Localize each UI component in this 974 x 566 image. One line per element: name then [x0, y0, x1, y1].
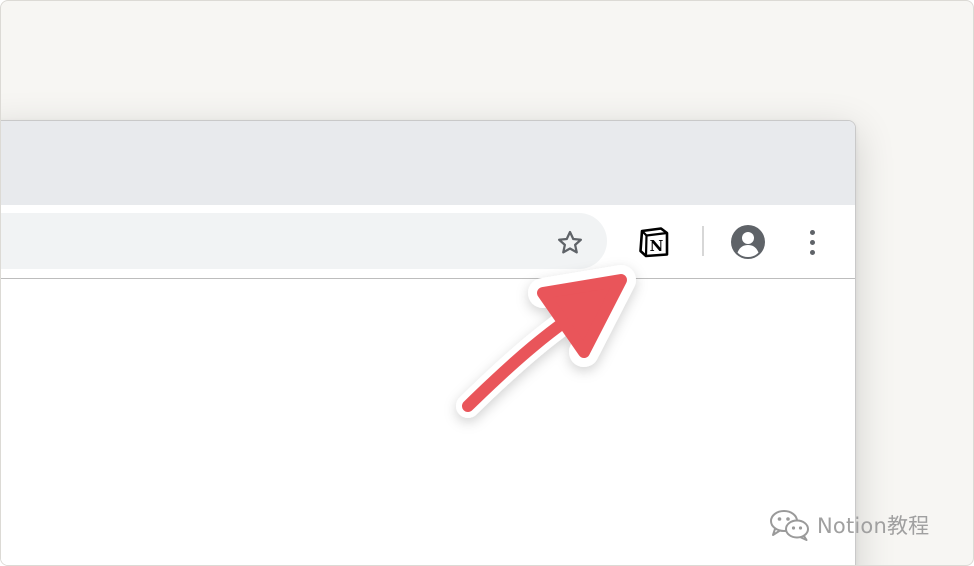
notion-extension-icon[interactable]: N: [637, 225, 671, 259]
red-arrow-annotation: [456, 265, 636, 418]
browser-toolbar: N: [1, 205, 855, 279]
page-background: N Notion教程: [0, 0, 974, 566]
browser-window: N: [1, 120, 856, 565]
wechat-icon: [770, 510, 809, 541]
notion-letter: N: [650, 237, 664, 255]
tab-strip: [1, 121, 855, 205]
star-icon[interactable]: [554, 227, 586, 259]
watermark: Notion教程: [769, 507, 929, 543]
more-vert-icon[interactable]: [802, 225, 822, 259]
account-icon[interactable]: [730, 224, 766, 260]
toolbar-divider: [702, 226, 704, 256]
watermark-text: Notion教程: [817, 514, 930, 538]
page-content: [1, 279, 855, 565]
